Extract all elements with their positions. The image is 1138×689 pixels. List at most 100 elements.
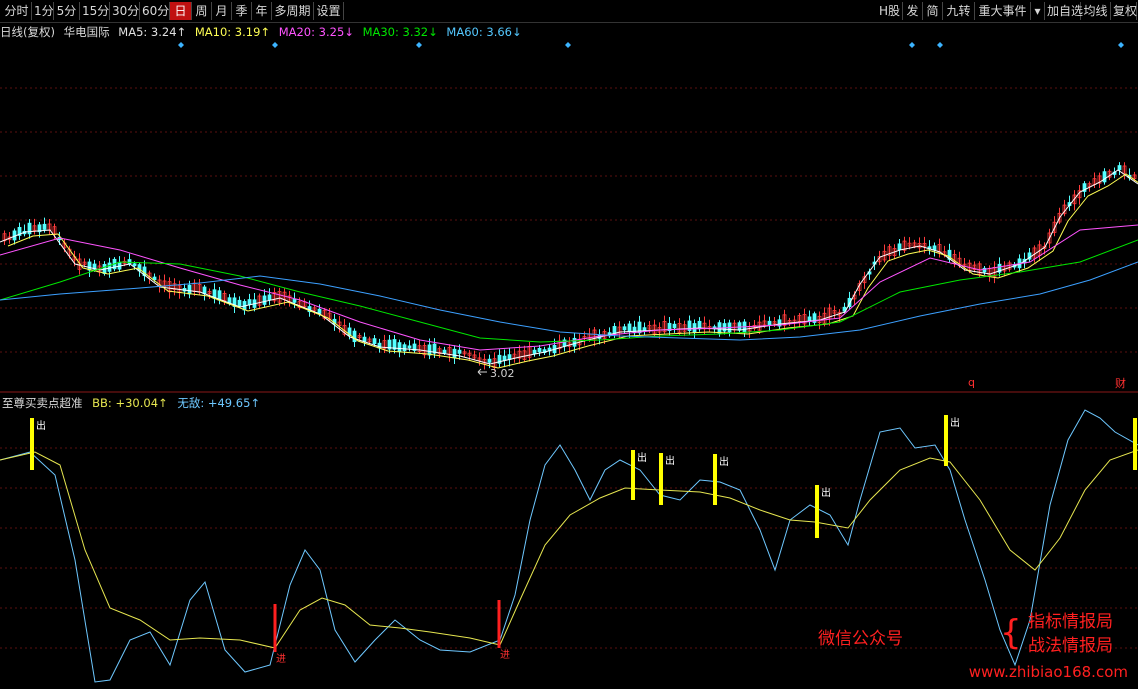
buy-signal-bar — [497, 600, 501, 648]
toolbar-right-2[interactable]: 简 — [923, 2, 943, 20]
sell-signal-bar — [713, 454, 717, 505]
watermark-line1: 指标情报局 — [1028, 612, 1113, 632]
wudi-value: 无敌: +49.65↑ — [177, 396, 261, 410]
period-tab-8[interactable]: 月 — [212, 2, 232, 20]
low-price-label: 3.02 — [490, 367, 515, 380]
candle — [402, 344, 407, 352]
candle — [1102, 171, 1107, 183]
candle — [127, 259, 132, 265]
toolbar-right-1[interactable]: 发 — [903, 2, 923, 20]
toolbar-right-8[interactable]: 复权 — [1111, 2, 1137, 20]
stock-name: 华电国际 — [63, 25, 110, 39]
candle — [187, 284, 192, 295]
indicator-name: 至尊买卖点超准 — [2, 396, 83, 410]
ma60-line — [0, 261, 1138, 341]
period-toolbar: 分时 1分 5分 15分 30分 60分日周月季年多周期 设置 H股发简九转 重大事件 ▾ 加自选均… — [0, 0, 1138, 23]
candle — [897, 243, 902, 251]
candle — [1117, 165, 1122, 171]
sell-signal-label: 出 — [950, 416, 960, 429]
candle — [622, 326, 627, 331]
finance-mark[interactable]: 财 — [1115, 376, 1126, 390]
watermark: 微信公众号 { 指标情报局 战法情报局 www.zhibiao168.com — [818, 610, 1128, 681]
sell-signal-bar — [944, 415, 948, 466]
period-tab-11[interactable]: 多周期 — [272, 2, 314, 20]
buy-signal-label: 进 — [276, 653, 286, 665]
watermark-wechat: 微信公众号 — [818, 629, 903, 649]
buy-signal-label: 进 — [500, 649, 510, 661]
candle — [627, 323, 632, 332]
candle — [737, 322, 742, 331]
candle — [362, 336, 367, 342]
candle — [237, 299, 242, 307]
candle — [932, 245, 937, 251]
candle — [372, 338, 377, 344]
sell-signal-bar — [1133, 418, 1137, 470]
event-markers — [178, 42, 1124, 48]
toolbar-right-3[interactable]: 九转 — [943, 2, 975, 20]
candle — [532, 349, 537, 354]
toolbar-right-5[interactable]: ▾ — [1031, 2, 1045, 20]
q-mark: q — [968, 376, 975, 389]
period-tab-4[interactable]: 30分 — [110, 2, 140, 20]
candle — [132, 263, 137, 267]
watermark-brace: { — [1000, 613, 1022, 653]
sell-signal-label: 出 — [665, 454, 675, 467]
candle — [247, 299, 252, 306]
ma20-value: MA20: 3.25↓ — [278, 25, 354, 39]
candle — [807, 316, 812, 322]
watermark-line2: 战法情报局 — [1028, 636, 1113, 656]
candle — [27, 222, 32, 235]
candle — [487, 358, 492, 363]
period-label: 日线(复权) — [0, 25, 55, 39]
toolbar-right-7[interactable]: 均线 — [1081, 2, 1111, 20]
toolbar-right-6[interactable]: 加自选 — [1045, 2, 1083, 20]
period-tab-3[interactable]: 15分 — [80, 2, 110, 20]
sell-signal-bar — [815, 485, 819, 538]
period-tab-0[interactable]: 分时 — [2, 2, 32, 20]
candle — [672, 323, 677, 329]
candle — [267, 294, 272, 301]
sell-signal-label: 出 — [719, 455, 729, 468]
sell-signal-label: 出 — [36, 419, 46, 432]
event-diamond-icon — [272, 42, 278, 48]
candle — [397, 342, 402, 353]
candle — [572, 337, 577, 347]
candle — [202, 286, 207, 295]
period-tab-9[interactable]: 季 — [232, 2, 252, 20]
candle — [262, 295, 267, 305]
toolbar-right-4[interactable]: 重大事件 — [975, 2, 1031, 20]
candle — [442, 349, 447, 354]
period-tab-12[interactable]: 设置 — [314, 2, 344, 20]
candle — [537, 348, 542, 353]
candle — [292, 298, 297, 303]
ma30-value: MA30: 3.32↓ — [362, 25, 438, 39]
watermark-url: www.zhibiao168.com — [968, 663, 1128, 681]
chart-canvas[interactable]: 出出出出出出出进进 3.02 q 财 — [0, 0, 1138, 689]
event-diamond-icon — [1118, 42, 1124, 48]
candle — [317, 308, 322, 314]
period-tab-2[interactable]: 5分 — [54, 2, 80, 20]
period-tab-10[interactable]: 年 — [252, 2, 272, 20]
toolbar-right-0[interactable]: H股 — [877, 2, 903, 20]
candle — [457, 349, 462, 354]
wudi-line — [0, 409, 1138, 683]
sell-signal-bar — [30, 418, 34, 470]
candle — [502, 355, 507, 361]
ma-info-line: 日线(复权) 华电国际 MA5: 3.24↑ MA10: 3.19↑ MA20:… — [0, 24, 527, 40]
candle — [767, 320, 772, 326]
event-diamond-icon — [565, 42, 571, 48]
candle — [407, 345, 412, 349]
indicator-lines — [0, 409, 1138, 683]
period-tab-5[interactable]: 60分 — [140, 2, 170, 20]
period-tab-1[interactable]: 1分 — [32, 2, 54, 20]
ma10-value: MA10: 3.19↑ — [194, 25, 271, 39]
candle — [352, 330, 357, 343]
event-diamond-icon — [178, 42, 184, 48]
period-tab-7[interactable]: 周 — [192, 2, 212, 20]
event-diamond-icon — [416, 42, 422, 48]
bb-value: BB: +30.04↑ — [92, 396, 168, 410]
period-tab-6[interactable]: 日 — [170, 2, 192, 20]
sell-signal-label: 出 — [637, 451, 647, 464]
bb-line — [0, 449, 1138, 649]
grid-lines — [0, 21, 1138, 649]
